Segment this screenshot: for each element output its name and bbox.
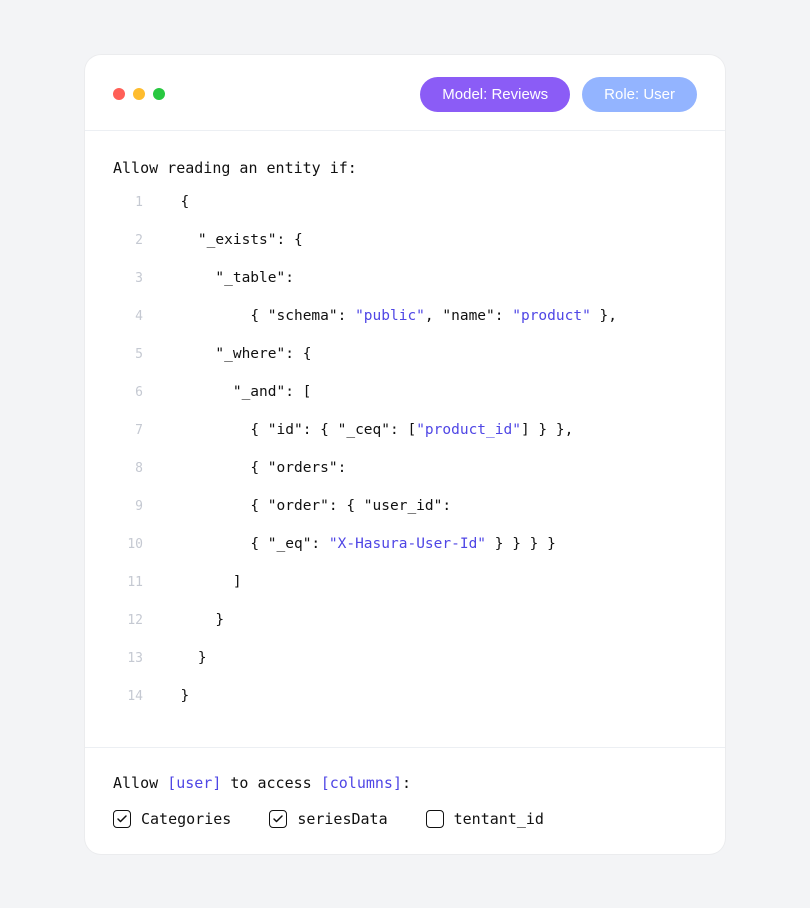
code-line: 13 } [113,651,697,689]
titlebar: Model: Reviews Role: User [85,55,725,131]
code-line: 3 "_table": [113,271,697,309]
code-line: 14 } [113,689,697,727]
code-line: 8 { "orders": [113,461,697,499]
minimize-icon[interactable] [133,88,145,100]
code-text: "_exists": { [163,233,303,248]
line-number: 2 [113,234,143,247]
text: Allow [113,774,167,792]
checkbox-checked-icon[interactable] [113,810,131,828]
line-number: 10 [113,538,143,551]
app-window: Model: Reviews Role: User Allow reading … [85,55,725,854]
traffic-lights [113,88,165,100]
checkbox-checked-icon[interactable] [269,810,287,828]
code-text: } [163,651,207,666]
footer-section: Allow [user] to access [columns]: Catego… [85,747,725,854]
code-text: } [163,689,189,704]
code-block[interactable]: 1 {2 "_exists": {3 "_table":4 { "schema"… [113,195,697,727]
line-number: 6 [113,386,143,399]
columns-heading: Allow [user] to access [columns]: [113,774,697,792]
code-line: 10 { "_eq": "X-Hasura-User-Id" } } } } [113,537,697,575]
checkbox-item[interactable]: tentant_id [426,810,544,828]
code-line: 11 ] [113,575,697,613]
code-text: { "orders": [163,461,346,476]
code-text: { "_eq": "X-Hasura-User-Id" } } } } [163,537,556,552]
line-number: 5 [113,348,143,361]
code-text: } [163,613,224,628]
line-number: 11 [113,576,143,589]
line-number: 7 [113,424,143,437]
checkbox-unchecked-icon[interactable] [426,810,444,828]
line-number: 13 [113,652,143,665]
code-text: { [163,195,189,210]
line-number: 3 [113,272,143,285]
line-number: 14 [113,690,143,703]
pill-group: Model: Reviews Role: User [420,77,697,112]
checkbox-label: seriesData [297,810,387,828]
editor-body: Allow reading an entity if: 1 {2 "_exist… [85,131,725,727]
model-pill[interactable]: Model: Reviews [420,77,570,112]
rule-heading: Allow reading an entity if: [113,159,697,177]
code-text: ] [163,575,242,590]
columns-token: [columns] [321,774,402,792]
code-text: "_where": { [163,347,311,362]
text: : [402,774,411,792]
checkbox-label: tentant_id [454,810,544,828]
column-checkboxes: Categories seriesData tentant_id [113,810,697,828]
text: to access [221,774,320,792]
role-pill[interactable]: Role: User [582,77,697,112]
code-text: { "id": { "_ceq": ["product_id"] } }, [163,423,573,438]
code-text: { "order": { "user_id": [163,499,451,514]
code-line: 12 } [113,613,697,651]
code-line: 4 { "schema": "public", "name": "product… [113,309,697,347]
checkbox-item[interactable]: Categories [113,810,231,828]
code-line: 6 "_and": [ [113,385,697,423]
code-line: 1 { [113,195,697,233]
close-icon[interactable] [113,88,125,100]
code-text: { "schema": "public", "name": "product" … [163,309,617,324]
line-number: 4 [113,310,143,323]
line-number: 12 [113,614,143,627]
code-line: 5 "_where": { [113,347,697,385]
code-line: 2 "_exists": { [113,233,697,271]
checkbox-label: Categories [141,810,231,828]
user-token: [user] [167,774,221,792]
maximize-icon[interactable] [153,88,165,100]
line-number: 1 [113,196,143,209]
line-number: 9 [113,500,143,513]
code-text: "_and": [ [163,385,311,400]
code-line: 9 { "order": { "user_id": [113,499,697,537]
checkbox-item[interactable]: seriesData [269,810,387,828]
line-number: 8 [113,462,143,475]
code-text: "_table": [163,271,294,286]
code-line: 7 { "id": { "_ceq": ["product_id"] } }, [113,423,697,461]
